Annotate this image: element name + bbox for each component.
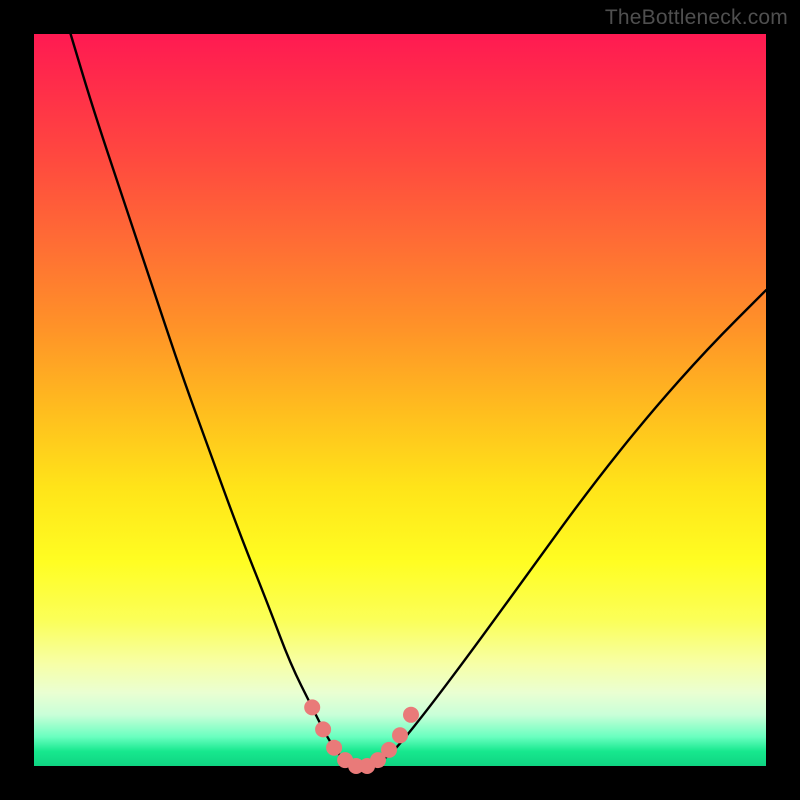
plot-area — [34, 34, 766, 766]
highlight-marker — [326, 740, 342, 756]
highlight-markers — [304, 699, 419, 774]
highlight-marker — [315, 721, 331, 737]
watermark-text: TheBottleneck.com — [605, 6, 788, 30]
highlight-marker — [392, 727, 408, 743]
highlight-marker — [403, 707, 419, 723]
curve-svg — [34, 34, 766, 766]
highlight-marker — [304, 699, 320, 715]
bottleneck-curve-line — [71, 34, 766, 766]
highlight-marker — [381, 742, 397, 758]
outer-frame: TheBottleneck.com — [0, 0, 800, 800]
